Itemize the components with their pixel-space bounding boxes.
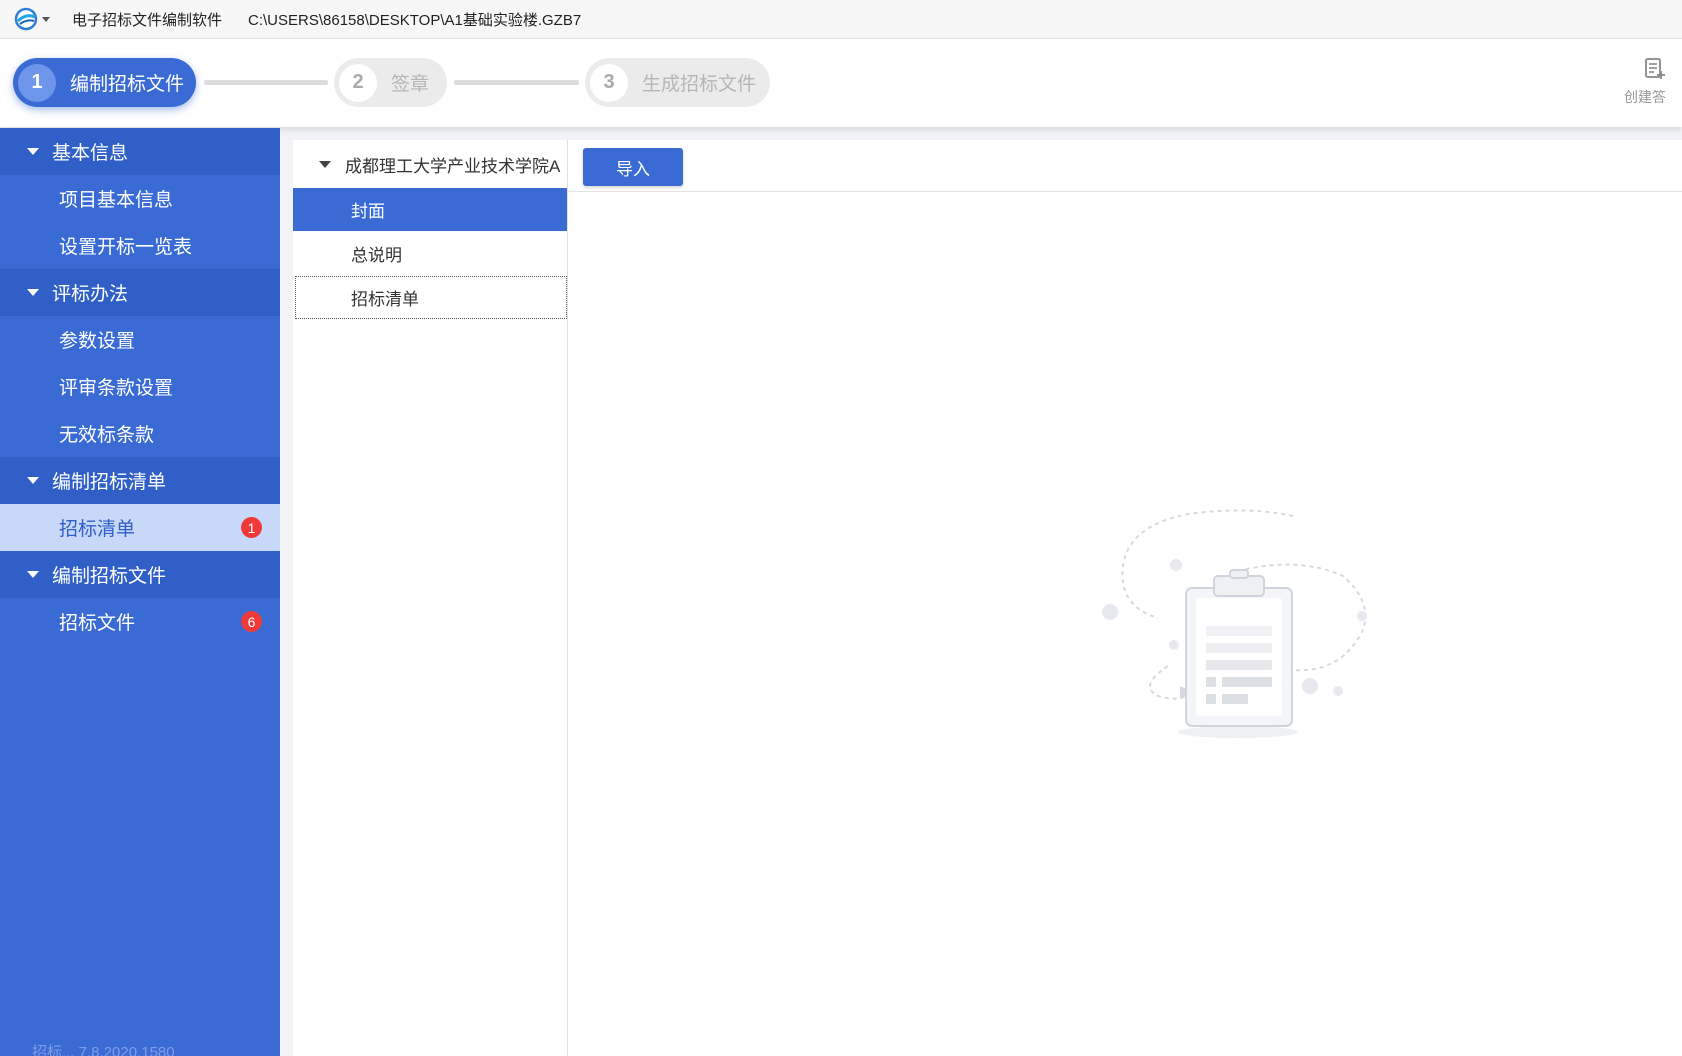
tree-node-general-description[interactable]: 总说明 — [293, 232, 567, 275]
caret-down-icon — [27, 571, 39, 578]
step-label: 签章 — [391, 74, 430, 95]
tree-node-label: 招标清单 — [351, 290, 419, 309]
sidebar-item-label: 参数设置 — [59, 331, 136, 352]
tree-node-label: 总说明 — [351, 246, 402, 265]
create-document-icon — [1645, 58, 1665, 79]
sidebar-item-label: 评审条款设置 — [59, 378, 174, 399]
app-logo-icon — [14, 7, 38, 31]
chevron-down-icon — [42, 16, 50, 22]
sidebar-group-bid-list[interactable]: 编制招标清单 — [0, 457, 280, 504]
sidebar-group-basic-info[interactable]: 基本信息 — [0, 128, 280, 175]
sidebar-group-label: 编制招标文件 — [52, 566, 167, 587]
step-3[interactable]: 3 生成招标文件 — [585, 58, 770, 107]
step-label: 生成招标文件 — [642, 74, 757, 95]
content-area: 导入 — [568, 140, 1682, 1056]
sidebar-item-review-clauses[interactable]: 评审条款设置 — [0, 363, 280, 410]
empty-clipboard-icon — [1102, 509, 1367, 738]
tree-root-label: 成都理工大学产业技术学院A — [345, 156, 561, 176]
sidebar-item-project-info[interactable]: 项目基本信息 — [0, 175, 280, 222]
sidebar-group-label: 评标办法 — [52, 284, 129, 305]
title-bar: 电子招标文件编制软件 C:\USERS\86158\DESKTOP\A1基础实验… — [0, 0, 1682, 39]
sidebar-group-label: 基本信息 — [52, 143, 129, 164]
import-button[interactable]: 导入 — [583, 148, 683, 186]
sidebar-item-bid-opening-table[interactable]: 设置开标一览表 — [0, 222, 280, 269]
step-number: 3 — [590, 63, 628, 102]
app-name: 电子招标文件编制软件 — [72, 11, 223, 29]
file-path: C:\USERS\86158\DESKTOP\A1基础实验楼.GZB7 — [248, 11, 582, 29]
sidebar-item-parameter-settings[interactable]: 参数设置 — [0, 316, 280, 363]
caret-down-icon[interactable] — [319, 160, 331, 168]
version-label: 招标... 7.8.2020.1580 — [32, 1044, 175, 1056]
sidebar-item-label: 设置开标一览表 — [59, 237, 193, 258]
sidebar-item-bid-document[interactable]: 招标文件 6 — [0, 598, 280, 645]
create-answer-label: 创建答 — [1624, 89, 1666, 105]
caret-down-icon — [27, 148, 39, 155]
tree-node-cover[interactable]: 封面 — [293, 188, 567, 231]
notification-badge: 6 — [241, 611, 262, 632]
step-label: 编制招标文件 — [70, 74, 185, 95]
step-2[interactable]: 2 签章 — [334, 58, 447, 107]
sidebar-item-label: 招标清单 — [59, 519, 136, 540]
sidebar-group-label: 编制招标清单 — [52, 472, 167, 493]
content-toolbar: 导入 — [568, 140, 1682, 192]
tree-root-node[interactable]: 成都理工大学产业技术学院A — [293, 140, 567, 188]
step-connector — [204, 80, 328, 85]
sidebar-group-bid-document[interactable]: 编制招标文件 — [0, 551, 280, 598]
sidebar-item-label: 招标文件 — [59, 613, 136, 634]
step-number: 2 — [339, 63, 377, 102]
tree-node-bid-list[interactable]: 招标清单 — [295, 276, 567, 319]
sidebar-item-label: 无效标条款 — [59, 425, 155, 446]
caret-down-icon — [27, 477, 39, 484]
sidebar-item-label: 项目基本信息 — [59, 190, 174, 211]
notification-badge: 1 — [241, 517, 262, 538]
sidebar-item-bid-list[interactable]: 招标清单 1 — [0, 504, 280, 551]
step-bar: 1 编制招标文件 2 签章 3 生成招标文件 创建答 — [0, 39, 1682, 127]
create-answer-button[interactable]: 创建答 — [1622, 57, 1682, 107]
app-menu-button[interactable] — [14, 7, 56, 31]
tree-node-label: 封面 — [351, 202, 385, 221]
sidebar-group-evaluation-method[interactable]: 评标办法 — [0, 269, 280, 316]
sidebar: 基本信息 项目基本信息 设置开标一览表 评标办法 参数设置 评审条款设置 无效标… — [0, 128, 280, 1056]
caret-down-icon — [27, 289, 39, 296]
sidebar-item-invalid-bid-clauses[interactable]: 无效标条款 — [0, 410, 280, 457]
step-number: 1 — [18, 63, 56, 102]
document-tree: 成都理工大学产业技术学院A 封面 总说明 招标清单 — [293, 140, 568, 1056]
step-1[interactable]: 1 编制招标文件 — [13, 58, 196, 107]
step-connector — [454, 80, 579, 85]
